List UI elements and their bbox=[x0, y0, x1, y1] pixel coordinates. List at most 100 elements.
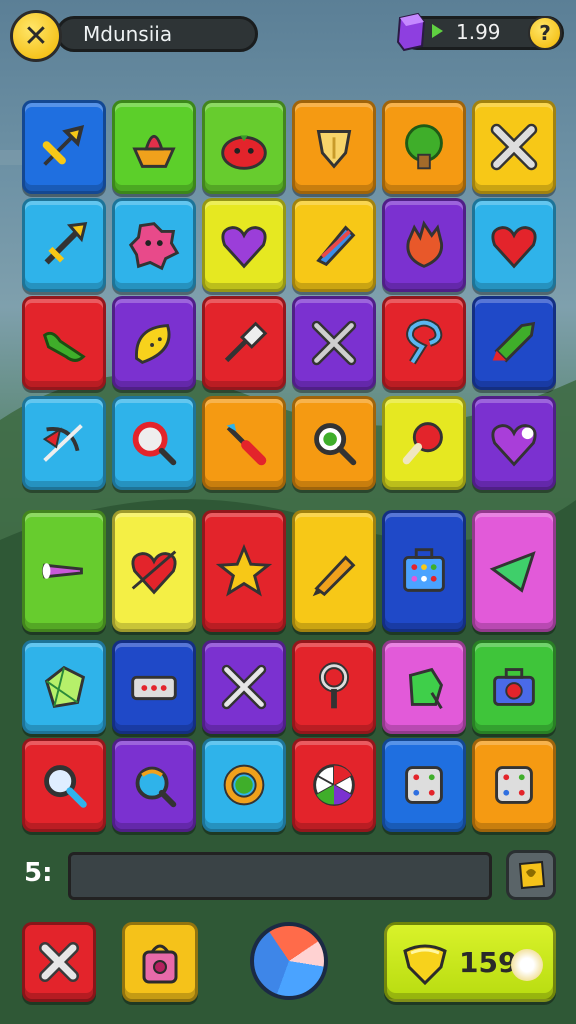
tile-r6-c4[interactable] bbox=[292, 640, 376, 734]
tile-r3-c5[interactable] bbox=[382, 296, 466, 390]
dice-icon bbox=[405, 766, 443, 804]
tile-r6-c3[interactable] bbox=[202, 640, 286, 734]
camera-icon bbox=[493, 668, 535, 706]
shield-icon bbox=[316, 130, 352, 169]
beach-ball-icon bbox=[313, 764, 355, 806]
hint-icon bbox=[518, 860, 546, 890]
close-icon: ✕ bbox=[23, 18, 49, 54]
monster-icon bbox=[128, 222, 180, 271]
tile-r3-c4[interactable] bbox=[292, 296, 376, 390]
tile-r5-c4[interactable] bbox=[292, 510, 376, 632]
magnifier-icon bbox=[132, 421, 177, 466]
tile-r7-c3[interactable] bbox=[202, 738, 286, 832]
leaf-icon bbox=[135, 324, 171, 364]
tile-r7-c2[interactable] bbox=[112, 738, 196, 832]
tile-r1-c6[interactable] bbox=[472, 100, 556, 194]
score-value: 1.99 bbox=[456, 20, 501, 44]
screwdriver-icon bbox=[226, 423, 267, 466]
cross-tools-icon bbox=[490, 123, 538, 171]
tile-r5-c5[interactable] bbox=[382, 510, 466, 632]
tile-r3-c3[interactable] bbox=[202, 296, 286, 390]
tile-r1-c1[interactable] bbox=[22, 100, 106, 194]
bag-button[interactable] bbox=[122, 922, 198, 1002]
coins-button[interactable]: 159 bbox=[384, 922, 556, 1002]
tile-r4-c5[interactable] bbox=[382, 396, 466, 490]
star-icon bbox=[215, 543, 273, 597]
pencil-icon bbox=[312, 555, 356, 597]
tile-r4-c2[interactable] bbox=[112, 396, 196, 490]
orb-icon bbox=[135, 766, 177, 808]
tile-r2-c3[interactable] bbox=[202, 198, 286, 292]
gem-icon bbox=[396, 12, 426, 52]
dice-icon bbox=[495, 766, 533, 804]
tile-r2-c2[interactable] bbox=[112, 198, 196, 292]
tile-r4-c4[interactable] bbox=[292, 396, 376, 490]
play-icon bbox=[432, 24, 443, 38]
hint-button[interactable] bbox=[506, 850, 556, 900]
tile-r1-c4[interactable] bbox=[292, 100, 376, 194]
cone-icon bbox=[42, 563, 83, 579]
brush-icon bbox=[224, 321, 268, 363]
loupe-icon bbox=[314, 423, 357, 466]
feather-icon bbox=[316, 225, 356, 267]
tile-r6-c1[interactable] bbox=[22, 640, 106, 734]
tile-r2-c1[interactable] bbox=[22, 198, 106, 292]
sparkle-icon bbox=[511, 949, 543, 981]
x-icon bbox=[39, 942, 79, 982]
flame-icon bbox=[406, 220, 444, 268]
purple-heart-icon bbox=[221, 226, 267, 269]
wrench-cross-icon bbox=[221, 664, 267, 710]
tile-r1-c3[interactable] bbox=[202, 100, 286, 194]
ring-icon bbox=[223, 764, 265, 806]
green-cube-icon bbox=[408, 667, 444, 710]
tile-r5-c2[interactable] bbox=[112, 510, 196, 632]
bag-icon bbox=[142, 944, 178, 984]
level-title: Mdunsiia bbox=[56, 16, 258, 52]
tile-r7-c1[interactable] bbox=[22, 738, 106, 832]
tile-r7-c4[interactable] bbox=[292, 738, 376, 832]
answer-input[interactable] bbox=[68, 852, 492, 900]
top-bar: Mdunsiia ✕ 1.99 ? bbox=[0, 0, 576, 70]
tile-r2-c6[interactable] bbox=[472, 198, 556, 292]
close-button[interactable]: ✕ bbox=[10, 10, 62, 62]
coin-count: 159 bbox=[459, 946, 518, 979]
tile-r5-c1[interactable] bbox=[22, 510, 106, 632]
key-icon bbox=[318, 662, 350, 709]
tile-r4-c1[interactable] bbox=[22, 396, 106, 490]
tile-r6-c5[interactable] bbox=[382, 640, 466, 734]
broccoli-icon bbox=[405, 124, 443, 170]
tile-r3-c2[interactable] bbox=[112, 296, 196, 390]
shuffle-orb-button[interactable] bbox=[250, 922, 328, 1000]
pepper-icon bbox=[42, 331, 86, 362]
hook-icon bbox=[406, 318, 443, 365]
row-label: 5: bbox=[24, 858, 53, 888]
tile-r1-c2[interactable] bbox=[112, 100, 196, 194]
tile-r4-c3[interactable] bbox=[202, 396, 286, 490]
radio-icon bbox=[131, 675, 177, 701]
tile-r3-c1[interactable] bbox=[22, 296, 106, 390]
tile-r1-c5[interactable] bbox=[382, 100, 466, 194]
tile-r3-c6[interactable] bbox=[472, 296, 556, 390]
tile-r5-c3[interactable] bbox=[202, 510, 286, 632]
cancel-button[interactable] bbox=[22, 922, 96, 1002]
tile-r2-c5[interactable] bbox=[382, 198, 466, 292]
tile-r5-c6[interactable] bbox=[472, 510, 556, 632]
tile-r6-c2[interactable] bbox=[112, 640, 196, 734]
bow-icon bbox=[42, 424, 83, 462]
help-button[interactable]: ? bbox=[528, 16, 562, 50]
tile-r4-c6[interactable] bbox=[472, 396, 556, 490]
cracked-heart-icon bbox=[491, 424, 537, 467]
keypad-icon bbox=[403, 548, 445, 592]
tile-r7-c5[interactable] bbox=[382, 738, 466, 832]
crystal-icon bbox=[44, 665, 86, 709]
cake-icon bbox=[132, 134, 176, 168]
heart-icon bbox=[491, 226, 537, 269]
paddle-icon bbox=[402, 422, 443, 465]
tile-r2-c4[interactable] bbox=[292, 198, 376, 292]
arrow-icon bbox=[44, 221, 88, 265]
dart-icon bbox=[42, 124, 85, 166]
rocket-icon bbox=[492, 321, 536, 363]
tomato-icon bbox=[221, 135, 267, 170]
tile-r7-c6[interactable] bbox=[472, 738, 556, 832]
tile-r6-c6[interactable] bbox=[472, 640, 556, 734]
